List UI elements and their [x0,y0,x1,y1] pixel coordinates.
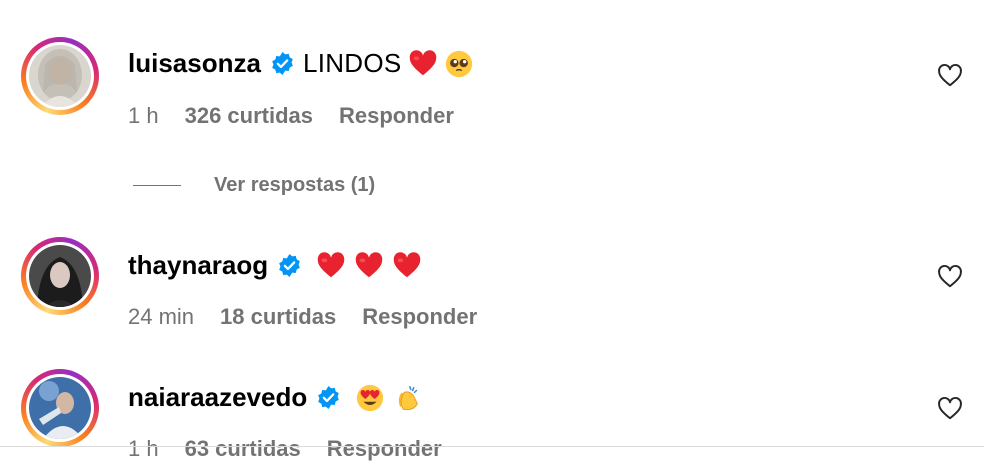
verified-badge-icon [277,253,302,278]
comment-time: 24 min [128,304,195,329]
divider [133,185,181,186]
heart-outline-icon[interactable] [937,396,963,422]
verified-badge-icon [270,51,295,76]
username[interactable]: thaynaraog [128,250,268,281]
red-heart-emoji [354,251,384,281]
red-heart-emoji [316,251,346,281]
comment-time: 1 h [128,103,159,128]
username[interactable]: naiaraazevedo [128,382,307,413]
avatar[interactable] [21,237,99,315]
avatar[interactable] [21,37,99,115]
comment-text: LINDOS [302,48,402,78]
avatar[interactable] [21,369,99,447]
likes-count[interactable]: 326 curtidas [185,103,313,129]
reply-button[interactable]: Responder [339,103,454,129]
pleading-face-emoji [444,49,474,79]
likes-count[interactable]: 18 curtidas [220,304,336,330]
view-replies-button[interactable]: Ver respostas (1) [133,174,375,197]
divider [0,446,984,447]
reply-button[interactable]: Responder [327,436,442,462]
clapping-hands-emoji [393,383,423,413]
heart-outline-icon[interactable] [937,63,963,89]
username[interactable]: luisasonza [128,48,261,79]
heart-outline-icon[interactable] [937,264,963,290]
heart-eyes-emoji [355,383,385,413]
view-replies-label: Ver respostas (1) [214,174,376,196]
red-heart-emoji [408,49,438,79]
verified-badge-icon [316,385,341,410]
comment-time: 1 h [128,436,159,461]
red-heart-emoji [392,251,422,281]
likes-count[interactable]: 63 curtidas [185,436,301,462]
reply-button[interactable]: Responder [362,304,477,330]
